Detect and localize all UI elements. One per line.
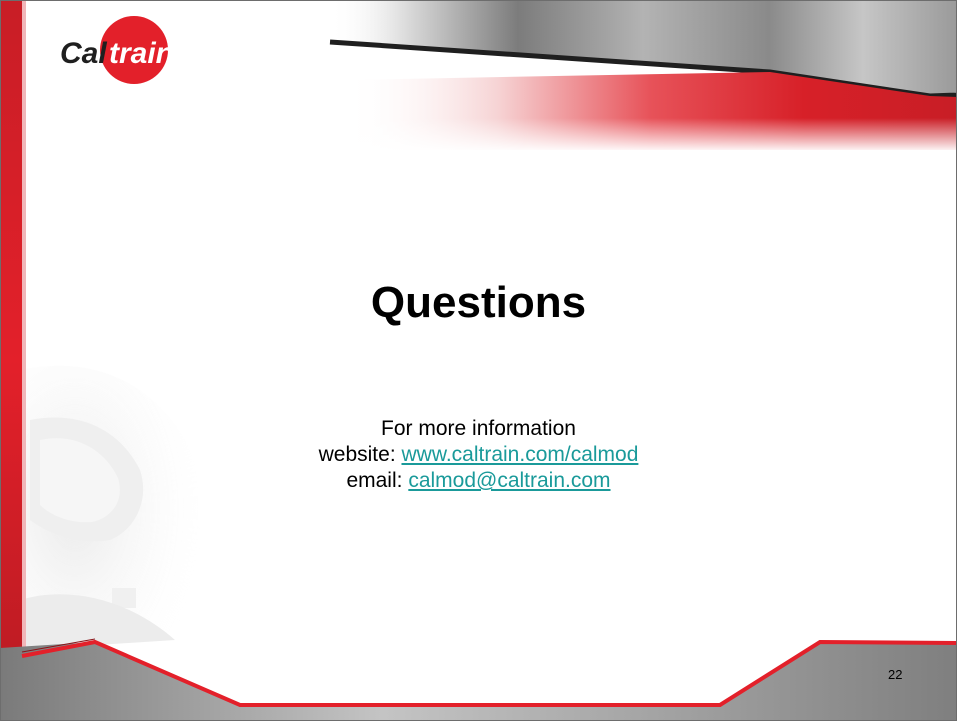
logo-text-train: train [109,37,174,70]
slide: Cal train Questions For more information… [0,0,957,721]
contact-info: For more information website: www.caltra… [0,416,957,494]
slide-background-graphic [0,0,957,721]
slide-title: Questions [370,278,587,327]
email-link[interactable]: calmod@caltrain.com [408,469,610,492]
website-link[interactable]: www.caltrain.com/calmod [401,443,638,466]
website-label: website: [318,443,402,466]
info-heading: For more information [381,417,576,440]
logo-text-cal: Cal [60,37,107,70]
email-label: email: [346,469,409,492]
caltrain-logo: Cal train [42,10,192,88]
website-line: website: www.caltrain.com/calmod [0,442,957,468]
page-number: 22 [888,667,903,682]
email-line: email: calmod@caltrain.com [0,468,957,494]
